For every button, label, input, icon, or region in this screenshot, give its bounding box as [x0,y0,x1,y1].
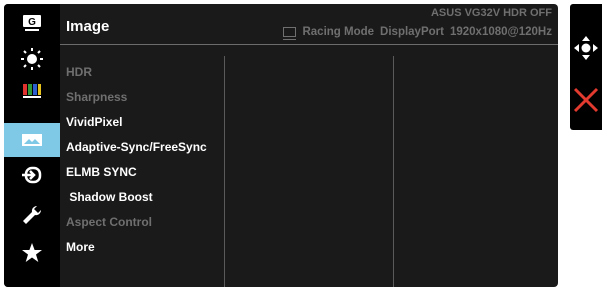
osd-header: Image ASUS VG32V HDR OFF Racing Mode Dis… [60,4,558,45]
star-icon [22,243,42,262]
menu-item-elmb-sync[interactable]: ELMB SYNC [66,160,226,185]
sidebar-item-image[interactable] [4,123,60,157]
color-bars-icon [23,84,41,98]
image-menu-list: HDR Sharpness VividPixel Adaptive-Sync/F… [66,60,226,260]
input-icon [22,166,42,184]
menu-item-vividpixel[interactable]: VividPixel [66,110,226,135]
close-icon [573,87,599,113]
menu-item-shadow-boost[interactable]: Shadow Boost [66,185,226,210]
four-way-arrows-icon [574,36,598,60]
input-source-label: DisplayPort [380,26,444,38]
menu-item-hdr[interactable]: HDR [66,60,226,85]
image-icon [22,134,42,146]
sidebar-item-input-select[interactable] [4,158,60,192]
osd-panel: G Image ASUS VG32V HDR OFF Racing Mode D… [4,4,558,287]
page-title: Image [66,18,110,35]
monitor-icon [283,27,297,40]
resolution-label: 1920x1080@120Hz [449,26,552,38]
sidebar-item-myfavorite[interactable] [4,236,60,270]
model-status: ASUS VG32V HDR OFF [430,7,552,19]
sidebar-item-gamevisual[interactable]: G [4,6,60,40]
navigation-joystick-button[interactable] [570,32,602,64]
wrench-icon [23,205,42,224]
sidebar: G [4,4,60,287]
sidebar-item-color[interactable] [4,74,60,108]
signal-status: Racing Mode DisplayPort 1920x1080@120Hz [283,26,552,40]
mode-label: Racing Mode [302,26,375,38]
svg-text:G: G [28,17,36,28]
column-divider [393,56,394,287]
sidebar-item-system-setup[interactable] [4,198,60,232]
sun-icon [21,48,43,70]
gamevisual-icon: G [23,15,41,31]
menu-item-aspect-control[interactable]: Aspect Control [66,210,226,235]
sidebar-item-blue-light-filter[interactable] [4,42,60,76]
navigation-strip [570,4,602,130]
menu-item-sharpness[interactable]: Sharpness [66,85,226,110]
menu-item-adaptive-sync[interactable]: Adaptive-Sync/FreeSync [66,135,226,160]
menu-item-more[interactable]: More [66,235,226,260]
close-button[interactable] [572,86,600,114]
